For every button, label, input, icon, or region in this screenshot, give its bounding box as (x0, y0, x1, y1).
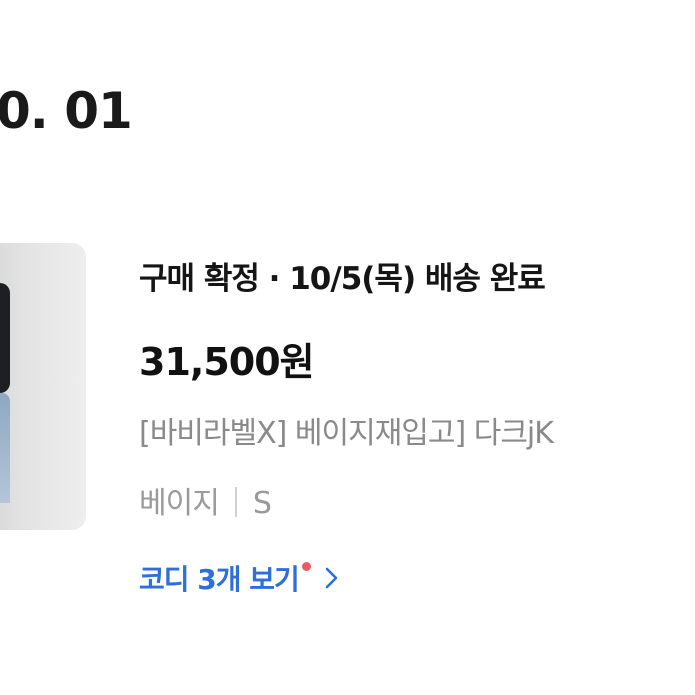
view-codi-text: 코디 3개 보기 (139, 563, 300, 596)
order-status: 구매 확정 · 10/5(목) 배송 완료 (139, 261, 546, 297)
option-divider (234, 487, 237, 517)
product-thumbnail[interactable] (0, 243, 86, 530)
option-size: S (252, 486, 272, 521)
product-name[interactable]: [바비라벨X] 베이지재입고] 다크jK (139, 408, 695, 452)
thumbnail-jeans (0, 393, 10, 503)
chevron-right-icon (325, 567, 338, 589)
order-card: 구매 확정 · 10/5(목) 배송 완료 31,500원 [바비라벨X] 베이… (0, 243, 695, 603)
thumbnail-garment (0, 283, 10, 393)
view-codi-label: 코디 3개 보기 (139, 558, 311, 598)
option-color: 베이지 (139, 486, 220, 521)
product-options: 베이지 S (139, 478, 272, 522)
view-codi-link[interactable]: 코디 3개 보기 (139, 558, 339, 598)
order-date-heading: 0. 01 (0, 82, 133, 140)
order-price: 31,500원 (139, 340, 315, 384)
notification-dot-icon (301, 562, 311, 571)
